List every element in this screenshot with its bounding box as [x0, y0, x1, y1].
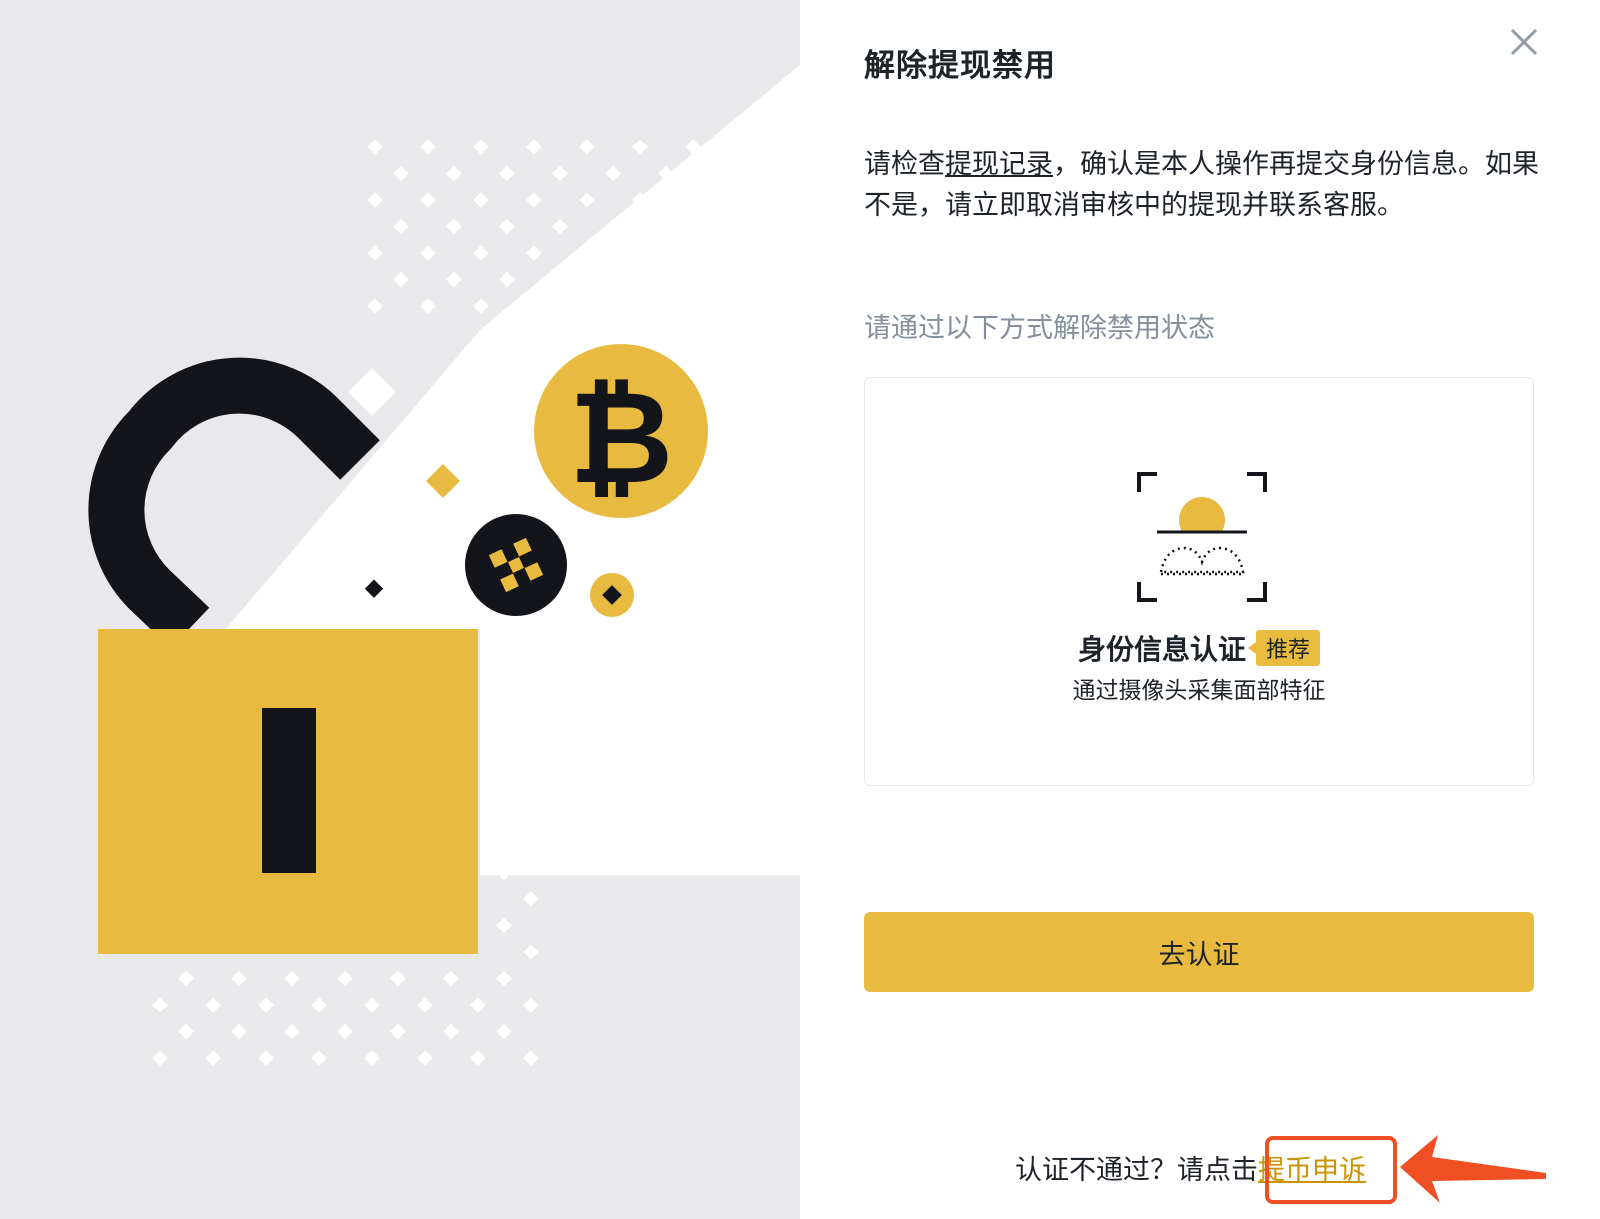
unlock-dialog: 解除提现禁用 请检查提现记录，确认是本人操作再提交身份信息。如果不是，请立即取消…: [800, 0, 1600, 1219]
method-title: 身份信息认证: [1077, 633, 1246, 666]
face-scan-icon: [1137, 472, 1267, 602]
withdrawal-history-link[interactable]: 提现记录: [945, 149, 1053, 180]
binance-icon: [465, 514, 567, 616]
identity-verification-card[interactable]: 身份信息认证 推荐 通过摄像头采集面部特征: [864, 377, 1534, 786]
unlock-illustration: ₿: [0, 0, 800, 1219]
recommended-badge: 推荐: [1247, 630, 1321, 666]
svg-text:₿: ₿: [569, 364, 673, 513]
close-button[interactable]: [1500, 18, 1548, 66]
method-subtitle: 通过摄像头采集面部特征: [1072, 678, 1326, 704]
arrow-icon: [1400, 1135, 1546, 1203]
annotation-highlight-box: [1265, 1136, 1397, 1204]
dialog-title: 解除提现禁用: [864, 48, 1056, 84]
appeal-prompt: 认证不通过？请点击: [1015, 1155, 1258, 1186]
method-subheading: 请通过以下方式解除禁用状态: [864, 313, 1215, 344]
dialog-description: 请检查提现记录，确认是本人操作再提交身份信息。如果不是，请立即取消审核中的提现并…: [864, 144, 1544, 226]
padlock-icon: [98, 629, 478, 954]
method-title-row: 身份信息认证 推荐: [865, 628, 1533, 668]
go-verify-button[interactable]: 去认证: [864, 912, 1534, 992]
bitcoin-icon: ₿: [534, 344, 708, 518]
description-text: 请检查: [864, 149, 945, 180]
close-icon[interactable]: [1500, 18, 1548, 66]
